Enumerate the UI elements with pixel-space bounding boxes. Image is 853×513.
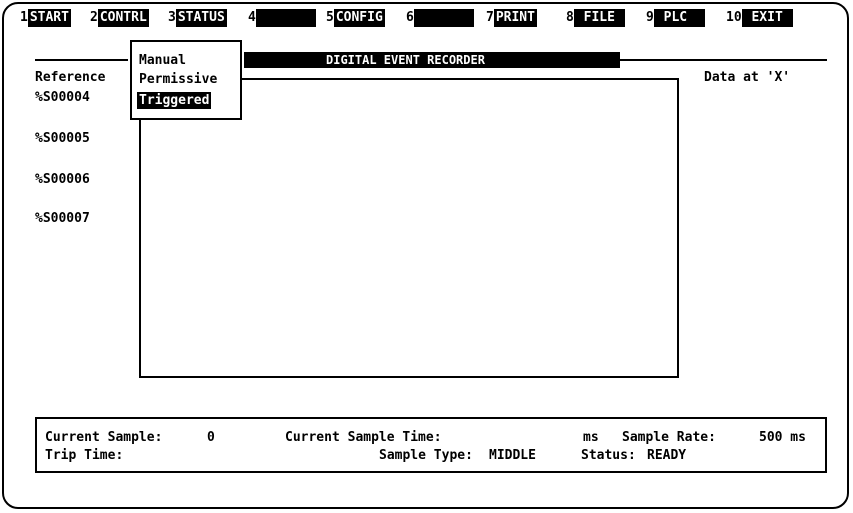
menu-item-triggered[interactable]: Triggered [137,92,212,109]
sample-rate-label: Sample Rate: [622,430,716,445]
fkey-number: 5 [326,10,334,25]
fkey-1-start[interactable]: 1 START [20,9,71,27]
fkey-4-blank[interactable]: 4 [248,9,316,27]
sample-type-value: MIDDLE [489,448,536,463]
current-sample-time-label: Current Sample Time: [285,430,442,445]
fkey-label [413,9,474,27]
header-rule-left [35,59,128,61]
fkey-3-status[interactable]: 3 STATUS [168,9,227,27]
sample-rate-value: 500 ms [759,430,806,445]
reference-item: %S00007 [35,211,90,226]
status-panel: Current Sample: 0 Current Sample Time: m… [35,417,827,473]
fkey-label: EXIT [741,9,793,27]
fkey-7-print[interactable]: 7 PRINT [486,9,537,27]
fkey-number: 1 [20,10,28,25]
plot-area[interactable] [139,78,679,378]
fkey-number: 3 [168,10,176,25]
fkey-6-blank[interactable]: 6 [406,9,474,27]
trip-time-label: Trip Time: [45,448,124,463]
fkey-10-exit[interactable]: 10 EXIT [726,9,793,27]
fkey-label [255,9,316,27]
fkey-8-file[interactable]: 8 FILE [566,9,625,27]
reference-header: Reference [35,70,106,85]
reference-item: %S00005 [35,131,90,146]
sample-type-label: Sample Type: [379,448,473,463]
header-rule-right [620,59,827,61]
current-sample-time-unit: ms [583,430,599,445]
fkey-5-config[interactable]: 5 CONFIG [326,9,385,27]
fkey-label: FILE [573,9,625,27]
current-sample-value: 0 [207,430,215,445]
fkey-number: 9 [646,10,654,25]
fkey-number: 2 [90,10,98,25]
fkey-2-contrl[interactable]: 2 CONTRL [90,9,149,27]
fkey-number: 8 [566,10,574,25]
status-label: Status: [581,448,636,463]
fkey-number: 7 [486,10,494,25]
fkey-label: CONFIG [333,9,385,27]
menu-item-permissive[interactable]: Permissive [137,71,219,88]
fkey-number: 4 [248,10,256,25]
page-title: DIGITAL EVENT RECORDER [326,53,485,67]
reference-item: %S00006 [35,172,90,187]
fkey-label: PLC [653,9,705,27]
fkey-9-plc[interactable]: 9 PLC [646,9,705,27]
fkey-label: PRINT [493,9,537,27]
fkey-number: 10 [726,10,742,25]
title-bar: DIGITAL EVENT RECORDER [244,52,620,68]
reference-item: %S00004 [35,90,90,105]
fkey-label: STATUS [175,9,227,27]
current-sample-label: Current Sample: [45,430,163,445]
fkey-label: CONTRL [97,9,149,27]
menu-item-manual[interactable]: Manual [137,52,188,69]
data-header: Data at 'X' [704,70,791,85]
status-value: READY [647,448,687,463]
fkey-number: 6 [406,10,414,25]
fkey-label: START [27,9,71,27]
control-dropdown-menu[interactable]: Manual Permissive Triggered [130,40,242,120]
